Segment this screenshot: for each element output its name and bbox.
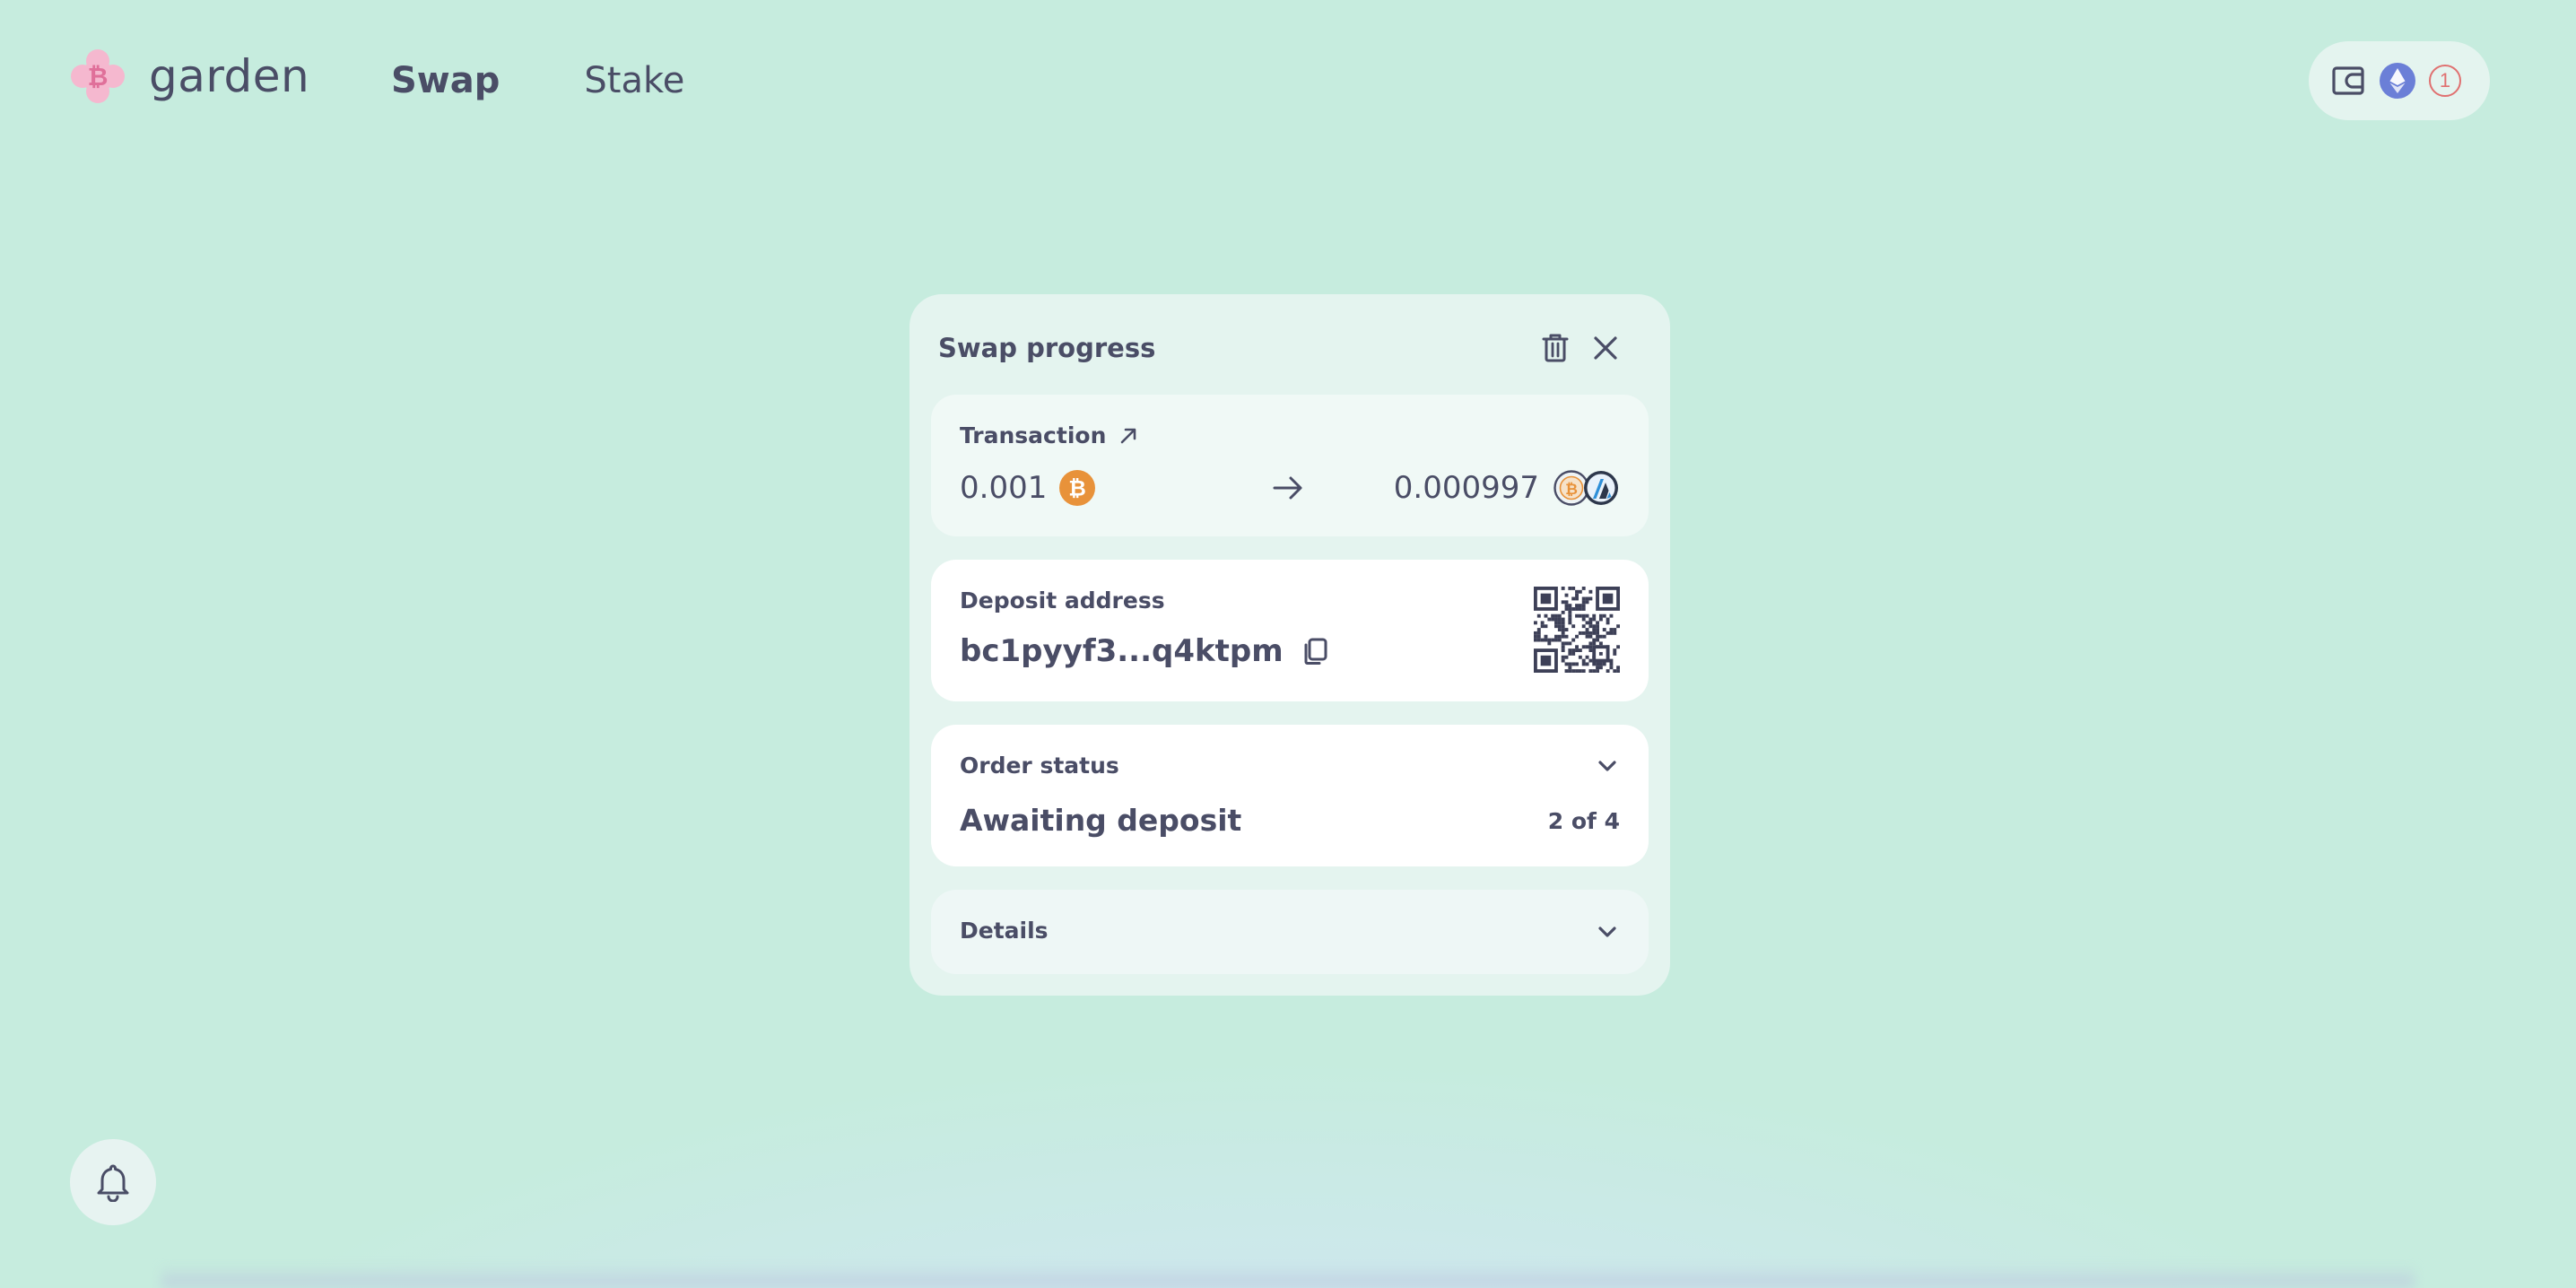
nav-stake[interactable]: Stake (584, 57, 684, 104)
chevron-down-icon[interactable] (1593, 752, 1622, 780)
ethereum-icon (2380, 63, 2415, 99)
trash-icon (1542, 334, 1569, 362)
order-step-count: 2 of 4 (1547, 808, 1620, 834)
app-name: garden (149, 50, 310, 102)
deposit-label: Deposit address (960, 587, 1165, 614)
svg-text:₿: ₿ (1565, 481, 1578, 499)
transaction-label: Transaction (960, 422, 1107, 448)
deposit-address[interactable]: bc1pyyf3...q4ktpm (960, 631, 1284, 671)
copy-icon[interactable] (1301, 637, 1328, 666)
order-status-label: Order status (960, 753, 1119, 779)
wrapped-bitcoin-arbitrum-icon: ₿ (1553, 470, 1618, 506)
bottom-shadow (161, 1265, 2415, 1288)
order-status-value: Awaiting deposit (960, 803, 1242, 838)
details-label: Details (960, 918, 1049, 944)
notifications-button[interactable] (70, 1139, 156, 1225)
app-logo[interactable]: ₿ garden (68, 47, 309, 106)
bell-icon (97, 1164, 129, 1202)
main-nav: Swap Stake (391, 57, 684, 104)
qr-code[interactable] (1534, 587, 1620, 673)
nav-swap[interactable]: Swap (391, 57, 500, 104)
deposit-address-row: bc1pyyf3...q4ktpm (960, 631, 1328, 671)
amount-row: 0.001 ₿ 0.000997 ₿ (960, 468, 1620, 508)
order-status-section[interactable]: Order status Awaiting deposit 2 of 4 (931, 725, 1649, 866)
svg-text:₿: ₿ (88, 62, 109, 91)
external-link-icon[interactable] (1118, 426, 1138, 446)
receive-amount-group: 0.000997 ₿ (1394, 468, 1620, 508)
pending-count-badge[interactable]: 1 (2429, 65, 2461, 97)
arrow-right-icon (1273, 476, 1302, 500)
receive-amount: 0.000997 (1393, 470, 1539, 506)
garden-logo-icon: ₿ (71, 49, 125, 103)
close-button[interactable] (1586, 328, 1625, 368)
send-amount-group: 0.001 ₿ (960, 468, 1096, 508)
chevron-down-icon[interactable] (1593, 918, 1622, 946)
details-section[interactable]: Details (931, 890, 1649, 974)
transaction-label-row[interactable]: Transaction (960, 422, 1138, 450)
close-icon (1594, 336, 1617, 360)
pending-count: 1 (2439, 69, 2451, 91)
svg-text:₿: ₿ (1069, 476, 1087, 501)
card-title: Swap progress (938, 333, 1156, 363)
swap-progress-card: Swap progress Transaction 0.001 ₿ 0.0009… (909, 294, 1670, 996)
delete-button[interactable] (1536, 328, 1575, 368)
deposit-section: Deposit address bc1pyyf3...q4ktpm (931, 560, 1649, 701)
bitcoin-icon: ₿ (1059, 470, 1096, 506)
wallet-button[interactable]: 1 (2309, 41, 2490, 120)
send-amount: 0.001 (960, 470, 1048, 506)
transaction-section: Transaction 0.001 ₿ 0.000997 ₿ (931, 395, 1649, 536)
wallet-icon (2332, 66, 2364, 95)
